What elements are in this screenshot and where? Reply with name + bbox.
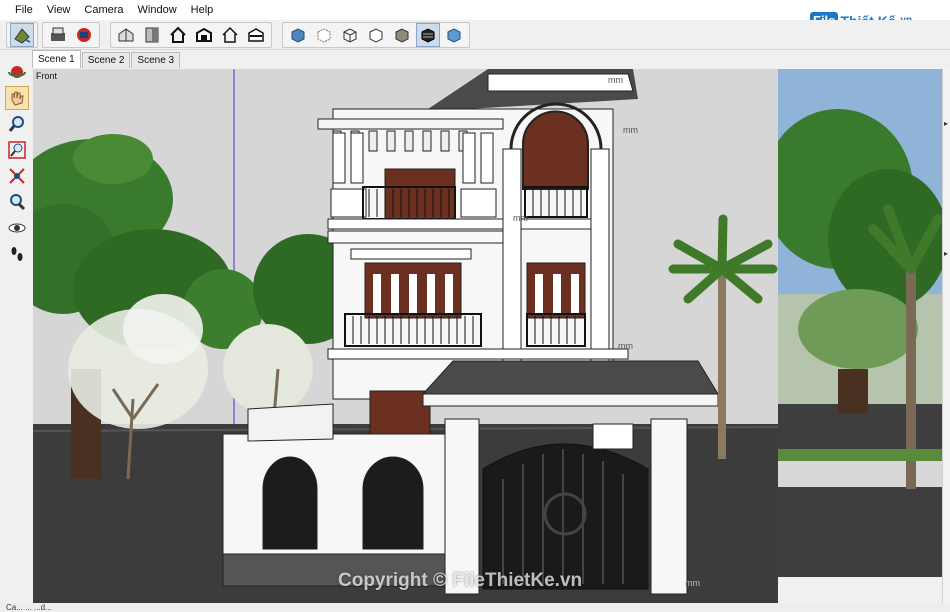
front-view-icon[interactable] [166, 23, 190, 47]
view-label: Front [36, 71, 58, 81]
toolbar-group-views [110, 22, 272, 48]
paint-bucket-icon[interactable] [10, 23, 34, 47]
model-viewport[interactable]: mm mm mm mm mm Front [33, 69, 778, 603]
panel-collapse-icon-2[interactable]: ▸ [944, 249, 948, 258]
previous-view-icon[interactable] [5, 190, 29, 214]
top-view-icon[interactable] [140, 23, 164, 47]
right-view-icon[interactable] [192, 23, 216, 47]
right-panel-strip[interactable]: ▸ ▸ [942, 69, 950, 603]
print-icon[interactable] [46, 23, 70, 47]
status-bar: Ca... ... ...d... [0, 603, 950, 612]
menu-file[interactable]: File [8, 4, 40, 16]
walk-icon[interactable] [5, 242, 29, 266]
pan-icon[interactable] [5, 86, 29, 110]
tab-scene-3[interactable]: Scene 3 [131, 52, 181, 68]
background-photo [778, 69, 942, 577]
toolbar-group-paint [6, 22, 38, 48]
back-edges-style-icon[interactable] [312, 23, 336, 47]
model-info-icon[interactable] [72, 23, 96, 47]
menu-bar: File View Camera Window Help [0, 0, 950, 20]
copyright-watermark: Copyright © FileThietKe.vn [338, 570, 583, 591]
wireframe-style-icon[interactable] [338, 23, 362, 47]
scene-render: mm mm mm mm mm Front [33, 69, 778, 603]
panel-collapse-icon[interactable]: ▸ [944, 119, 948, 128]
menu-camera[interactable]: Camera [77, 4, 130, 16]
dimension-label-3: mm [513, 213, 528, 223]
toolbar-group-styles [282, 22, 470, 48]
dimension-label-5: mm [685, 578, 700, 588]
textured-style-icon[interactable] [416, 23, 440, 47]
back-view-icon[interactable] [218, 23, 242, 47]
left-toolbar [0, 56, 32, 596]
tab-scene-1[interactable]: Scene 1 [32, 50, 81, 68]
hidden-line-style-icon[interactable] [364, 23, 388, 47]
monochrome-style-icon[interactable] [442, 23, 466, 47]
dimension-label-1: mm [608, 75, 623, 85]
look-around-icon[interactable] [5, 216, 29, 240]
menu-window[interactable]: Window [131, 4, 184, 16]
orbit-icon[interactable] [5, 60, 29, 84]
dimension-label-2: mm [623, 125, 638, 135]
status-text: Ca... ... ...d... [6, 603, 52, 612]
toolbar-group-file [42, 22, 100, 48]
zoom-window-icon[interactable] [5, 138, 29, 162]
dimension-label-4: mm [618, 341, 633, 351]
shaded-style-icon[interactable] [390, 23, 414, 47]
scene-tabs: Scene 1 Scene 2 Scene 3 [32, 50, 181, 68]
left-view-icon[interactable] [244, 23, 268, 47]
tab-scene-2[interactable]: Scene 2 [81, 52, 131, 68]
zoom-extents-icon[interactable] [5, 164, 29, 188]
menu-help[interactable]: Help [184, 4, 221, 16]
xray-style-icon[interactable] [286, 23, 310, 47]
menu-view[interactable]: View [40, 4, 78, 16]
main-toolbar [0, 20, 950, 50]
zoom-icon[interactable] [5, 112, 29, 136]
iso-view-icon[interactable] [114, 23, 138, 47]
